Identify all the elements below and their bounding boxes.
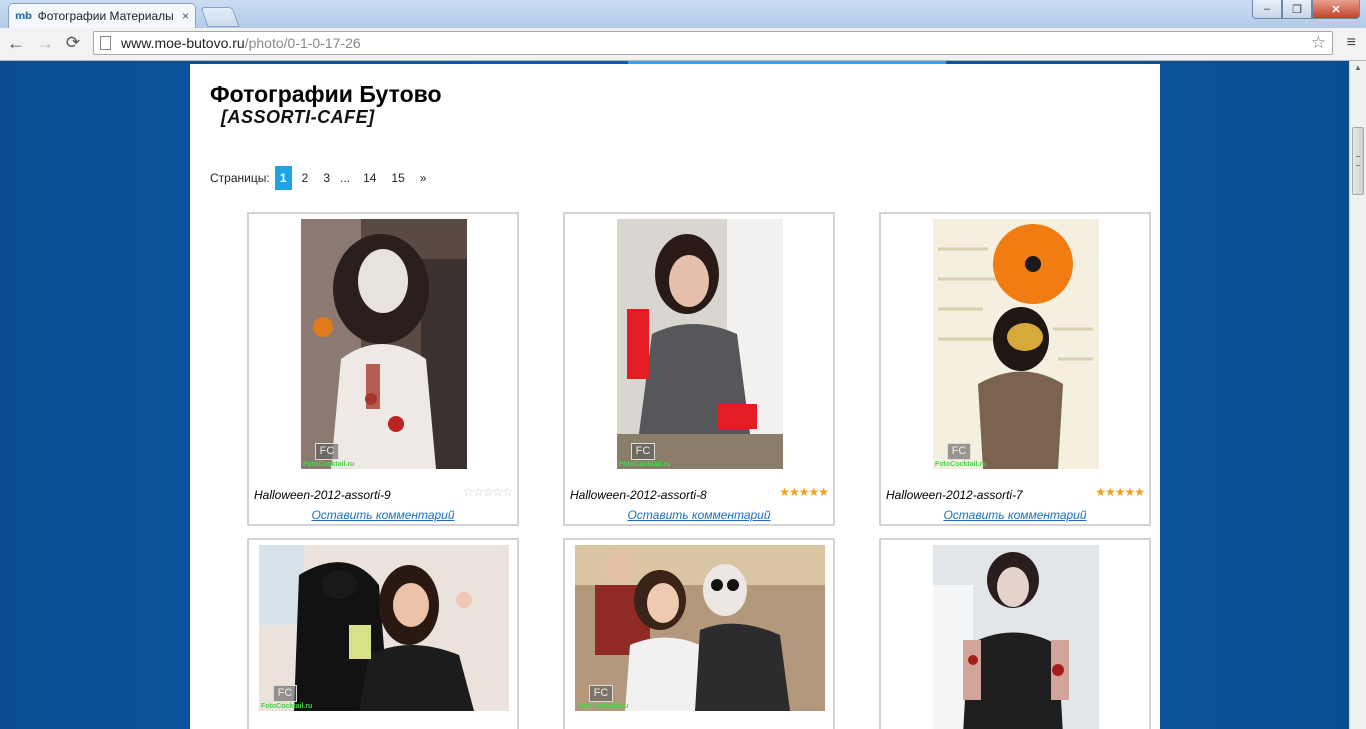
scrollbar-thumb[interactable] [1352,127,1364,195]
pagination: Страницы: 1 2 3 ... 14 15 » [210,166,436,190]
browser-tab-active[interactable]: mb Фотографии Материалы × [8,3,196,28]
page-title: Фотографии Бутово [210,81,442,107]
photo-card: FC FotoCocktail.ru [247,538,519,729]
watermark-logo: FC [631,443,655,460]
maximize-button[interactable]: ❐ [1282,0,1312,19]
page-link[interactable]: 3 [318,166,335,190]
vertical-scrollbar[interactable]: ▲ [1349,61,1366,729]
address-url[interactable]: www.moe-butovo.ru/photo/0-1-0-17-26 [121,35,361,51]
photo-caption[interactable]: Halloween-2012-assorti-8 [570,488,707,502]
watermark-site: FotoCocktail.ru [935,461,987,468]
window-controls: – ❐ ✕ [1252,0,1360,19]
photo-thumbnail[interactable]: FC FotoCocktail.ru [575,545,825,711]
close-window-button[interactable]: ✕ [1312,0,1360,19]
photo-thumbnail[interactable] [933,545,1099,729]
new-tab-button[interactable] [200,7,240,27]
scroll-up-arrow-icon[interactable]: ▲ [1354,63,1362,72]
rating-stars: ★★★★★ [779,485,829,499]
photo-card: FC FotoCocktail.ru Halloween-2012-assort… [247,212,519,526]
scrollbar-grip [1356,156,1360,166]
url-host: www.moe-butovo.ru [121,35,245,51]
page-current: 1 [274,166,292,190]
minimize-button[interactable]: – [1252,0,1282,19]
rating-stars: ★★★★★ [1095,485,1145,499]
page-link[interactable]: 2 [297,166,314,190]
photo-thumbnail[interactable]: FC FotoCocktail.ru [259,545,509,711]
photo-card: FC FotoCocktail.ru Halloween-2012-assort… [879,212,1151,526]
leave-comment-link[interactable]: Оставить комментарий [249,508,517,522]
url-path: /photo/0-1-0-17-26 [244,35,361,51]
browser-toolbar: ← → ⟳ www.moe-butovo.ru/photo/0-1-0-17-2… [0,28,1366,61]
forward-arrow-icon[interactable]: → [34,33,56,54]
page-icon [100,36,111,50]
photo-card: FC FotoCocktail.ru Halloween-2012-assort… [563,212,835,526]
tab-close-icon[interactable]: × [182,9,189,23]
photo-thumbnail[interactable]: FC FotoCocktail.ru [301,219,467,469]
back-arrow-icon[interactable]: ← [5,33,27,54]
main-content: Фотографии Бутово [ASSORTI-CAFE] Страниц… [190,64,1160,729]
album-subtitle: [ASSORTI-CAFE] [221,107,375,127]
photo-caption[interactable]: Halloween-2012-assorti-7 [886,488,1023,502]
leave-comment-link[interactable]: Оставить комментарий [565,508,833,522]
photo-thumbnail[interactable]: FC FotoCocktail.ru [933,219,1099,469]
bookmark-star-icon[interactable]: ☆ [1311,33,1326,53]
next-page-link[interactable]: » [415,166,432,190]
address-bar[interactable]: www.moe-butovo.ru/photo/0-1-0-17-26 ☆ [93,31,1333,55]
photo-card: FC FotoCocktail.ru [563,538,835,729]
watermark-logo: FC [315,443,339,460]
watermark-site: FotoCocktail.ru [619,461,671,468]
watermark-logo: FC [947,443,971,460]
pagination-label: Страницы: [210,171,270,185]
watermark-logo: FC [273,685,297,702]
watermark-site: FotoCocktail.ru [303,461,355,468]
reload-icon[interactable]: ⟳ [62,33,84,53]
watermark-logo: FC [589,685,613,702]
watermark-site: FotoCocktail.ru [261,703,313,710]
page-viewport: Фотографии Бутово [ASSORTI-CAFE] Страниц… [0,61,1349,729]
watermark-site: FotoCocktail.ru [577,703,629,710]
rating-stars: ☆☆☆☆☆ [463,485,513,499]
chrome-menu-icon[interactable]: ≡ [1347,34,1356,52]
page-link[interactable]: 15 [386,166,409,190]
photo-card [879,538,1151,729]
page-link[interactable]: 14 [358,166,381,190]
site-favicon: mb [15,10,32,22]
photo-thumbnail[interactable]: FC FotoCocktail.ru [617,219,783,469]
leave-comment-link[interactable]: Оставить комментарий [881,508,1149,522]
pagination-ellipsis: ... [340,171,351,185]
tab-title: Фотографии Материалы [37,9,174,23]
browser-titlebar: mb Фотографии Материалы × – ❐ ✕ [0,0,1366,28]
photo-caption[interactable]: Halloween-2012-assorti-9 [254,488,391,502]
